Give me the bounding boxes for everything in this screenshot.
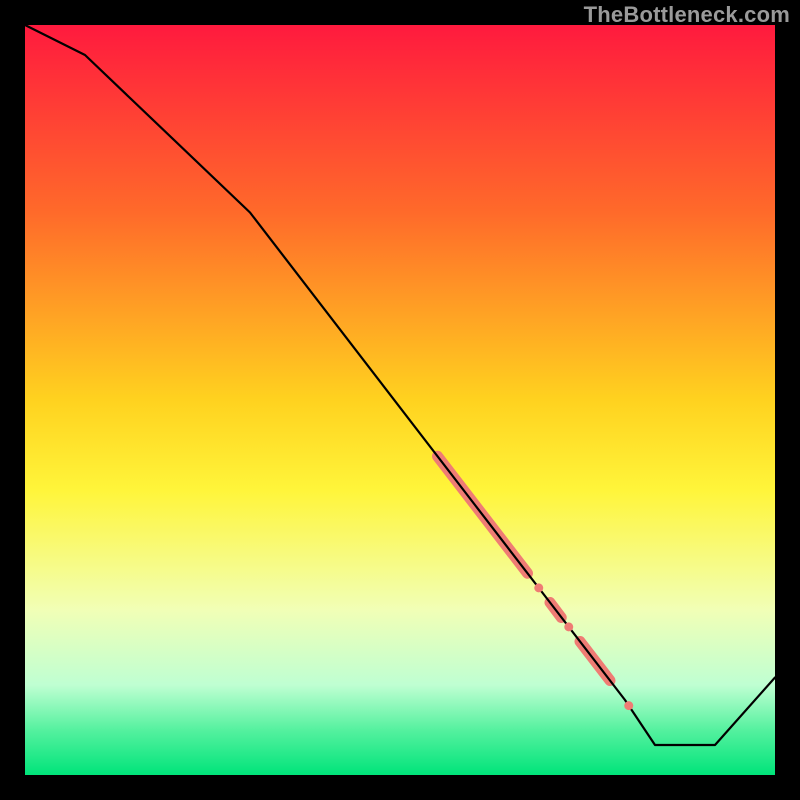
chart-container: TheBottleneck.com xyxy=(0,0,800,800)
bottleneck-chart xyxy=(25,25,775,775)
plot-background xyxy=(25,25,775,775)
highlight-dot xyxy=(564,622,573,631)
highlight-dot xyxy=(534,583,543,592)
highlight-dot xyxy=(624,701,633,710)
